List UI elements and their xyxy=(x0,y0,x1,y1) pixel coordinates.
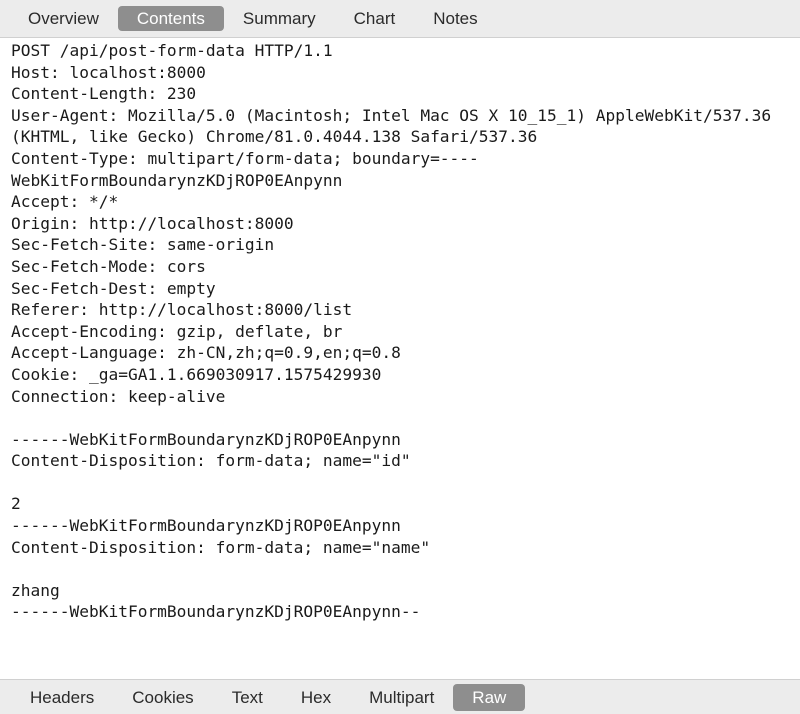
content-line: 2 xyxy=(11,494,21,514)
content-line: Sec-Fetch-Dest: empty xyxy=(11,278,216,298)
content-line: Content-Type: multipart/form-data; bound… xyxy=(11,148,479,190)
content-line xyxy=(11,407,796,429)
content-line: ------WebKitFormBoundarynzKDjROP0EAnpynn xyxy=(11,429,401,449)
content-line: Content-Length: 230 xyxy=(11,84,197,104)
content-line xyxy=(11,472,796,494)
content-line: Cookie: _ga=GA1.1.669030917.1575429930 xyxy=(11,364,382,384)
tab-hex[interactable]: Hex xyxy=(282,684,350,711)
tab-contents[interactable]: Contents xyxy=(117,6,224,31)
content-line: Accept-Language: zh-CN,zh;q=0.9,en;q=0.8 xyxy=(11,343,401,363)
content-line: ------WebKitFormBoundarynzKDjROP0EAnpynn… xyxy=(11,602,421,622)
content-line: Content-Disposition: form-data; name="na… xyxy=(11,537,431,557)
tab-multipart[interactable]: Multipart xyxy=(350,684,453,711)
content-line: Referer: http://localhost:8000/list xyxy=(11,300,353,320)
content-line: Sec-Fetch-Site: same-origin xyxy=(11,235,275,255)
tab-headers[interactable]: Headers xyxy=(11,684,113,711)
content-line: Host: localhost:8000 xyxy=(11,62,206,82)
request-inspector-window: Overview Contents Summary Chart Notes PO… xyxy=(0,0,800,714)
tab-overview[interactable]: Overview xyxy=(9,6,118,31)
content-line: Sec-Fetch-Mode: cors xyxy=(11,256,206,276)
content-line: zhang xyxy=(11,580,60,600)
top-tab-bar: Overview Contents Summary Chart Notes xyxy=(0,0,800,38)
tab-raw[interactable]: Raw xyxy=(453,683,526,711)
content-line: POST /api/post-form-data HTTP/1.1 xyxy=(11,41,333,60)
tab-cookies[interactable]: Cookies xyxy=(113,684,212,711)
content-line xyxy=(11,558,796,580)
content-line: Origin: http://localhost:8000 xyxy=(11,213,294,233)
raw-request-text[interactable]: POST /api/post-form-data HTTP/1.1 Host: l… xyxy=(11,40,796,675)
content-line: ------WebKitFormBoundarynzKDjROP0EAnpynn xyxy=(11,516,401,536)
content-line: Accept: */* xyxy=(11,192,119,212)
tab-text[interactable]: Text xyxy=(213,684,282,711)
bottom-tab-bar: Headers Cookies Text Hex Multipart Raw xyxy=(0,679,800,714)
content-line: Content-Disposition: form-data; name="id… xyxy=(11,451,411,471)
content-line: Connection: keep-alive xyxy=(11,386,226,406)
content-line: User-Agent: Mozilla/5.0 (Macintosh; Inte… xyxy=(11,105,781,147)
tab-summary[interactable]: Summary xyxy=(224,6,335,31)
content-line: Accept-Encoding: gzip, deflate, br xyxy=(11,321,343,341)
tab-notes[interactable]: Notes xyxy=(414,6,496,31)
tab-chart[interactable]: Chart xyxy=(335,6,415,31)
